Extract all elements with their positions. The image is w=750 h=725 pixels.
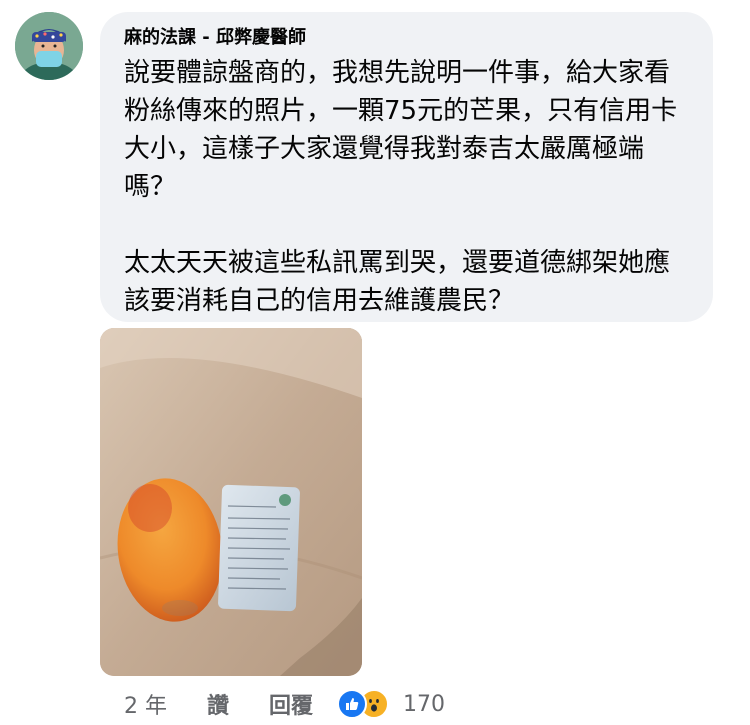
avatar-image [15, 12, 83, 80]
thumbs-up-icon [337, 689, 368, 719]
comment-thread: 麻的法課 - 邱弊慶醫師 說要體諒盤商的，我想先說明一件事，給大家看粉絲傳來的照… [0, 0, 750, 725]
mango-card-photo [100, 328, 362, 676]
comment-actions: 2 年 讚 回覆 170 [124, 686, 445, 722]
comment-photo[interactable] [100, 328, 362, 676]
reply-button[interactable]: 回覆 [269, 688, 313, 720]
comment-timestamp[interactable]: 2 年 [124, 688, 167, 720]
reactions[interactable] [337, 689, 390, 719]
avatar[interactable] [15, 12, 83, 80]
comment-paragraph-2: 太太天天被這些私訊罵到哭，還要道德綁架她應該要消耗自己的信用去維護農民？ [124, 248, 671, 316]
comment-bubble: 麻的法課 - 邱弊慶醫師 說要體諒盤商的，我想先說明一件事，給大家看粉絲傳來的照… [100, 12, 713, 322]
comment-author[interactable]: 麻的法課 - 邱弊慶醫師 [124, 26, 693, 50]
like-button[interactable]: 讚 [207, 688, 229, 720]
reaction-count[interactable]: 170 [403, 692, 445, 717]
comment-paragraph-1: 說要體諒盤商的，我想先說明一件事，給大家看粉絲傳來的照片，一顆75元的芒果，只有… [124, 58, 678, 202]
